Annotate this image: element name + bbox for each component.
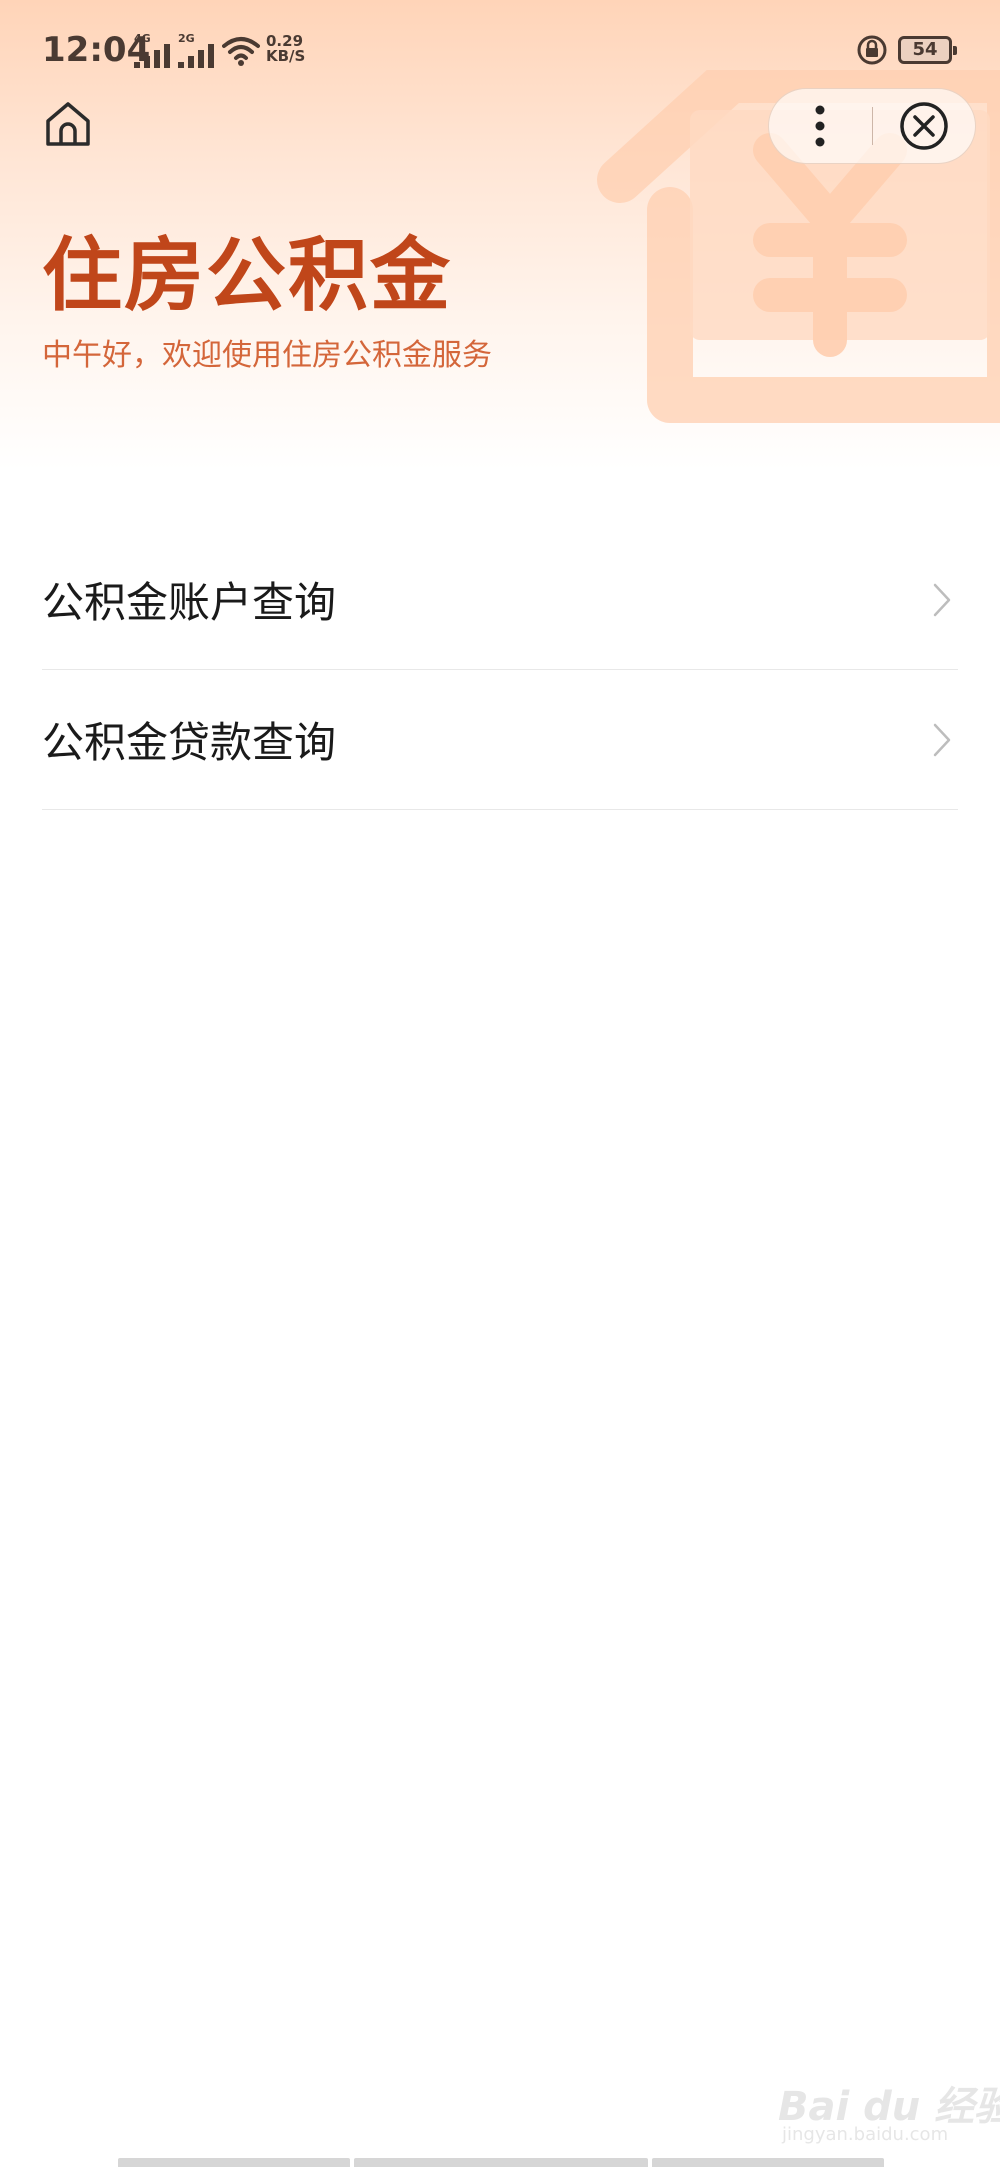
- rotation-lock-icon: [857, 35, 887, 65]
- chevron-right-icon: [933, 723, 951, 756]
- menu-item-account-query[interactable]: 公积金账户查询: [42, 530, 958, 670]
- network-speed-unit: KB/S: [266, 47, 306, 65]
- menu-item-label: 公积金贷款查询: [42, 718, 337, 767]
- chevron-right-icon: [933, 583, 951, 616]
- signal-bars-icon: [134, 44, 170, 68]
- bottom-tab-bar: [118, 2158, 884, 2167]
- bottom-bar-segment: [118, 2158, 350, 2167]
- page-title: 住房公积金: [42, 229, 452, 322]
- battery-level: 54: [912, 39, 938, 60]
- signal-bars-icon: [178, 44, 214, 68]
- page-subtitle: 中午好，欢迎使用住房公积金服务: [42, 338, 492, 373]
- bottom-bar-segment: [652, 2158, 884, 2167]
- home-icon: [46, 102, 90, 146]
- home-button[interactable]: [40, 96, 96, 152]
- menu-item-loan-query[interactable]: 公积金贷款查询: [42, 670, 958, 810]
- signal-4g-icon: 4G: [134, 32, 172, 68]
- menu-list: 公积金账户查询 公积金贷款查询: [42, 530, 958, 810]
- more-button[interactable]: [769, 89, 871, 163]
- watermark: Bai du 经验 jingyan.baidu.com: [770, 2070, 1000, 2150]
- status-bar: 12:04 4G 2G 0.29 KB/S 54: [0, 0, 1000, 100]
- more-icon: [815, 105, 825, 147]
- watermark-sub: jingyan.baidu.com: [782, 2124, 949, 2145]
- wifi-icon: [222, 37, 260, 66]
- battery-icon: 54: [898, 36, 957, 64]
- close-icon: [900, 102, 948, 150]
- close-button[interactable]: [873, 89, 975, 163]
- bottom-bar-segment: [354, 2158, 648, 2167]
- signal-2g-icon: 2G: [178, 32, 216, 68]
- mini-program-capsule: [768, 88, 976, 164]
- network-speed: 0.29 KB/S: [266, 34, 305, 64]
- menu-item-label: 公积金账户查询: [42, 578, 337, 627]
